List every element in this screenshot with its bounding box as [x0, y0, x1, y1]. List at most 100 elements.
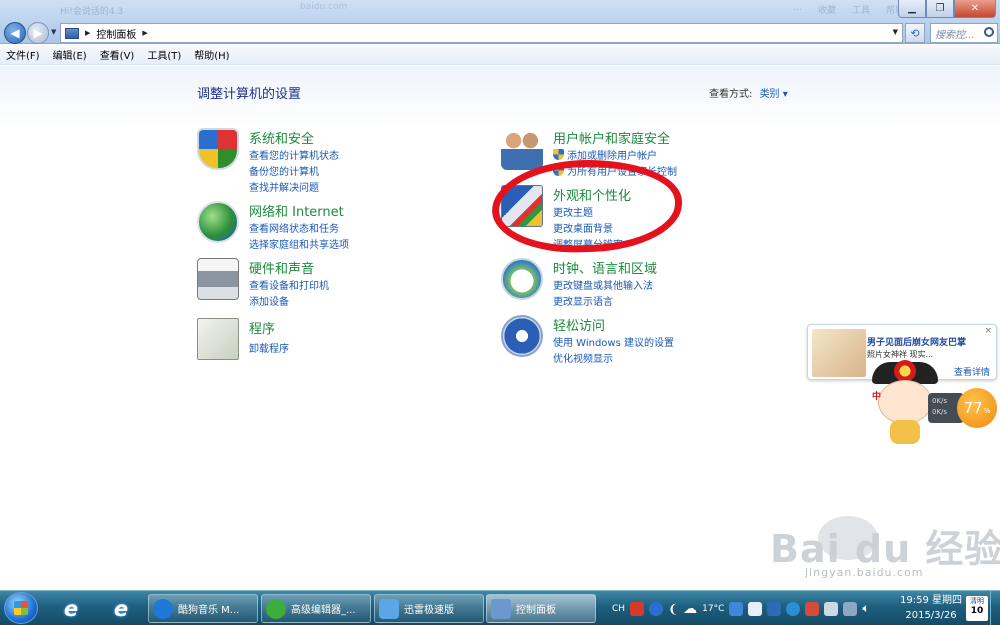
ghost-button: …	[792, 3, 802, 13]
taskbar-item-label: 控制面板	[516, 605, 556, 616]
category-title[interactable]: 用户帐户和家庭安全	[553, 128, 670, 147]
link-change-display-language[interactable]: 更改显示语言	[553, 293, 613, 308]
calendar-widget[interactable]: 清明 10	[966, 596, 988, 621]
menu-tools[interactable]: 工具(T)	[147, 47, 181, 62]
category-ease-of-access: 轻松访问 使用 Windows 建议的设置 优化视频显示	[501, 315, 741, 365]
view-by-dropdown[interactable]: 类别 ▾	[760, 89, 788, 100]
link-change-keyboard[interactable]: 更改键盘或其他输入法	[553, 277, 653, 292]
link-network-status[interactable]: 查看网络状态和任务	[249, 220, 339, 235]
app-tray-icon[interactable]	[805, 601, 820, 616]
calendar-day: 10	[970, 606, 984, 616]
taskbar-item-kugou[interactable]: 酷狗音乐 M...	[148, 594, 258, 623]
menu-help[interactable]: 帮助(H)	[194, 47, 229, 62]
category-title[interactable]: 轻松访问	[553, 315, 605, 334]
category-title[interactable]: 硬件和声音	[249, 258, 314, 277]
globe-network-icon[interactable]	[197, 201, 239, 243]
window-controls: ▁ ❐ ✕	[898, 0, 996, 18]
app-tray-icon[interactable]	[729, 601, 744, 616]
address-bar[interactable]: ▶ 控制面板 ▶ ▼	[60, 23, 903, 43]
close-icon[interactable]: ×	[984, 326, 992, 336]
news-thumbnail[interactable]	[812, 329, 866, 377]
link-view-computer-status[interactable]: 查看您的计算机状态	[249, 147, 339, 162]
mascot-face	[878, 380, 932, 424]
printer-icon[interactable]	[197, 258, 239, 300]
speed-unit: %	[983, 406, 991, 415]
refresh-button[interactable]: ⟲	[905, 23, 925, 43]
news-subtitle[interactable]: 照片女神祥 现实...	[867, 349, 933, 360]
taskbar-item-control-panel[interactable]: 控制面板	[486, 594, 596, 623]
category-title[interactable]: 系统和安全	[249, 128, 314, 147]
link-uninstall-program[interactable]: 卸载程序	[249, 340, 289, 355]
news-title[interactable]: 男子见面后崩女网友巴掌	[867, 335, 966, 348]
search-icon[interactable]	[984, 27, 994, 37]
help-icon[interactable]	[649, 601, 664, 616]
editor-icon	[266, 598, 286, 619]
category-programs: 程序 卸载程序	[197, 318, 437, 360]
cloud-icon[interactable]: ☁	[683, 601, 697, 617]
recent-pages-dropdown[interactable]: ▼	[51, 28, 56, 36]
menu-edit[interactable]: 编辑(E)	[53, 47, 87, 62]
network-icon[interactable]	[824, 601, 839, 616]
breadcrumb-control-panel[interactable]: 控制面板	[96, 26, 136, 41]
upload-speed: 0K/s	[932, 397, 948, 405]
app-tray-icon[interactable]	[786, 601, 801, 616]
menu-bar: 文件(F) 编辑(E) 查看(V) 工具(T) 帮助(H)	[0, 45, 1000, 65]
ie-icon[interactable]: e	[107, 595, 135, 622]
category-system-security: 系统和安全 查看您的计算机状态 备份您的计算机 查找并解决问题	[197, 128, 437, 194]
users-icon[interactable]	[501, 128, 543, 170]
minimize-button[interactable]: ▁	[898, 0, 926, 18]
breadcrumb-arrow-icon[interactable]: ▶	[85, 29, 90, 37]
taskbar-item-xunlei[interactable]: 迅雷极速版	[374, 594, 484, 623]
ease-of-access-icon[interactable]	[501, 315, 543, 357]
back-button[interactable]: ◀	[4, 22, 26, 44]
link-windows-suggested-settings[interactable]: 使用 Windows 建议的设置	[553, 334, 674, 349]
maximize-button[interactable]: ❐	[926, 0, 954, 18]
breadcrumb-arrow-icon[interactable]: ▶	[142, 29, 147, 37]
flag-icon[interactable]: ❨	[668, 602, 678, 616]
link-devices-printers[interactable]: 查看设备和打印机	[249, 277, 329, 292]
ghost-button: 收藏	[817, 6, 836, 16]
search-input[interactable]: 搜索控...	[930, 23, 998, 43]
show-desktop-button[interactable]	[990, 591, 1000, 625]
system-tray: CH ❨ ☁ 17°C 🔈︎	[612, 591, 870, 625]
speed-value: 77	[963, 399, 983, 417]
start-button[interactable]	[4, 592, 38, 624]
input-language-indicator[interactable]: CH	[612, 604, 625, 614]
program-icon[interactable]	[197, 318, 239, 360]
link-optimize-visual-display[interactable]: 优化视频显示	[553, 350, 613, 365]
taskbar-item-label: 高级编辑器_...	[291, 605, 356, 616]
sogou-icon[interactable]	[630, 601, 645, 616]
link-homegroup-sharing[interactable]: 选择家庭组和共享选项	[249, 236, 349, 251]
clock-time: 19:59 星期四	[900, 595, 962, 606]
category-title[interactable]: 程序	[249, 318, 275, 337]
weather-temp[interactable]: 17°C	[702, 604, 724, 614]
shield-icon[interactable]	[197, 128, 239, 170]
search-placeholder: 搜索控...	[935, 29, 975, 41]
app-tray-icon[interactable]	[748, 601, 763, 616]
news-more-link[interactable]: 查看详情	[954, 365, 990, 378]
menu-file[interactable]: 文件(F)	[6, 47, 40, 62]
page-title: 调整计算机的设置	[197, 87, 302, 102]
taskbar-clock[interactable]: 19:59 星期四 2015/3/26	[898, 593, 964, 623]
taskbar: e e 酷狗音乐 M... 高级编辑器_... 迅雷极速版 控制面板 CH ❨ …	[0, 590, 1000, 625]
menu-view[interactable]: 查看(V)	[100, 47, 135, 62]
link-add-device[interactable]: 添加设备	[249, 293, 289, 308]
control-panel-icon	[491, 598, 511, 619]
app-tray-icon[interactable]	[767, 601, 782, 616]
download-speed: 0K/s	[932, 408, 948, 416]
close-button[interactable]: ✕	[954, 0, 996, 18]
flag-tray-icon[interactable]	[843, 601, 858, 616]
clock-globe-icon[interactable]	[501, 258, 543, 300]
link-backup-computer[interactable]: 备份您的计算机	[249, 163, 319, 178]
forward-button[interactable]: ▶	[27, 22, 49, 44]
category-title[interactable]: 时钟、语言和区域	[553, 258, 657, 277]
category-title[interactable]: 网络和 Internet	[249, 201, 344, 220]
taskbar-item-editor[interactable]: 高级编辑器_...	[261, 594, 371, 623]
category-hardware-sound: 硬件和声音 查看设备和打印机 添加设备	[197, 258, 437, 308]
ghost-toolbar: … 收藏 工具 帮助	[793, 3, 904, 16]
link-troubleshoot[interactable]: 查找并解决问题	[249, 179, 319, 194]
address-dropdown-icon[interactable]: ▼	[893, 28, 898, 36]
speed-ball[interactable]: 77%	[957, 388, 997, 428]
ie-icon[interactable]: e	[57, 595, 85, 622]
volume-icon[interactable]: 🔈︎	[862, 601, 869, 616]
